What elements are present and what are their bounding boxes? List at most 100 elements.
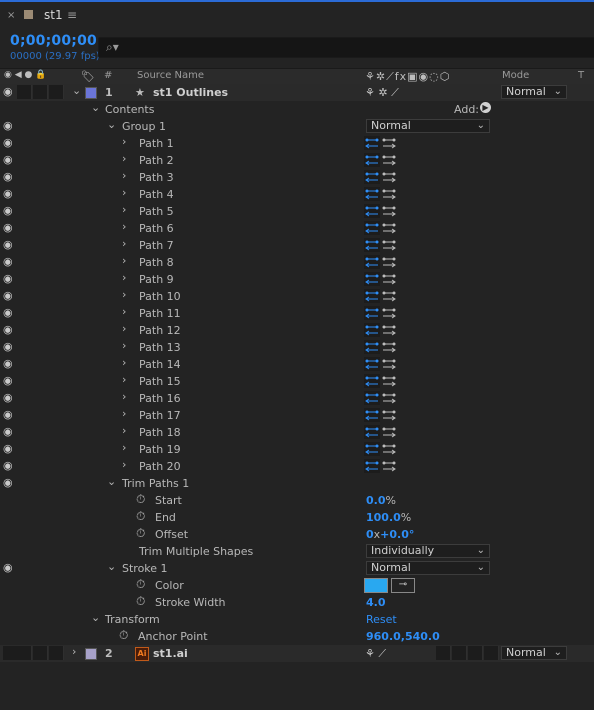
twirl-closed-icon[interactable]: › — [122, 254, 126, 267]
twirl-open-icon[interactable]: ⌄ — [91, 611, 100, 624]
visibility-eye-icon[interactable]: ◉ — [3, 187, 13, 200]
twirl-open-icon[interactable]: ⌄ — [107, 475, 116, 488]
visibility-eye-icon[interactable]: ◉ — [3, 391, 13, 404]
offset-value[interactable]: 0x+0.0° — [366, 528, 414, 541]
visibility-eye-icon[interactable]: ◉ — [3, 85, 13, 98]
path-direction-icon[interactable] — [364, 459, 398, 473]
layer-switches-icons[interactable]: ⚘ ⟋ — [365, 647, 386, 661]
visibility-eye-icon[interactable]: ◉ — [3, 221, 13, 234]
track-matte-header[interactable]: T — [578, 70, 584, 81]
solo-switch[interactable] — [33, 646, 48, 660]
switch-cell[interactable] — [484, 646, 499, 660]
switch-cell[interactable] — [436, 646, 451, 660]
path-direction-icon[interactable] — [364, 289, 398, 303]
switch-cell[interactable] — [452, 646, 467, 660]
add-menu-icon[interactable]: ▶ — [480, 102, 491, 113]
twirl-open-icon[interactable]: ⌄ — [107, 118, 116, 131]
twirl-closed-icon[interactable]: › — [122, 373, 126, 386]
stopwatch-icon[interactable]: ⏱ — [136, 594, 145, 609]
visibility-eye-icon[interactable]: ◉ — [3, 442, 13, 455]
stopwatch-icon[interactable]: ⏱ — [136, 577, 145, 592]
tab-title[interactable]: st1 — [44, 8, 63, 22]
twirl-closed-icon[interactable]: › — [122, 441, 126, 454]
twirl-closed-icon[interactable]: › — [122, 407, 126, 420]
current-time-display[interactable]: 0;00;00;00 — [10, 33, 97, 49]
panel-menu-icon[interactable]: ≡ — [67, 8, 77, 22]
trim-start-row[interactable]: ⏱ Start 0.0% — [0, 492, 594, 509]
trim-paths-row[interactable]: ◉ ⌄ Trim Paths 1 — [0, 475, 594, 492]
visibility-eye-icon[interactable]: ◉ — [3, 459, 13, 472]
twirl-closed-icon[interactable]: › — [122, 203, 126, 216]
path-direction-icon[interactable] — [364, 187, 398, 201]
visibility-eye-icon[interactable]: ◉ — [3, 119, 13, 132]
mode-header[interactable]: Mode — [502, 70, 529, 81]
twirl-closed-icon[interactable]: › — [122, 305, 126, 318]
close-tab-icon[interactable]: × — [7, 10, 15, 21]
search-input[interactable]: ⌕▾ — [98, 37, 594, 58]
contents-row[interactable]: ⌄ Contents Add: ▶ — [0, 101, 594, 118]
path-row[interactable]: ◉ › Path 19 — [0, 441, 594, 458]
layer-row-2[interactable]: › 2 Ai st1.ai ⚘ ⟋ Normal ⌄ — [0, 645, 594, 662]
twirl-open-icon[interactable]: ⌄ — [72, 84, 81, 97]
switches-header-icons[interactable]: ⚘✲⟋fx▣◉◌⬡ — [365, 70, 450, 84]
visibility-eye-icon[interactable]: ◉ — [3, 476, 13, 489]
lock-switch[interactable] — [49, 85, 64, 99]
visibility-eye-icon[interactable]: ◉ — [3, 136, 13, 149]
transform-row[interactable]: ⌄ Transform Reset — [0, 611, 594, 628]
stroke-blend-mode-dropdown[interactable]: Normal ⌄ — [366, 561, 490, 575]
visibility-eye-icon[interactable]: ◉ — [3, 408, 13, 421]
path-direction-icon[interactable] — [364, 255, 398, 269]
visibility-eye-icon[interactable]: ◉ — [3, 340, 13, 353]
twirl-closed-icon[interactable]: › — [122, 458, 126, 471]
twirl-closed-icon[interactable]: › — [122, 322, 126, 335]
path-row[interactable]: ◉ › Path 8 — [0, 254, 594, 271]
stroke-color-swatch[interactable] — [364, 578, 388, 593]
path-row[interactable]: ◉ › Path 9 — [0, 271, 594, 288]
path-direction-icon[interactable] — [364, 306, 398, 320]
path-row[interactable]: ◉ › Path 4 — [0, 186, 594, 203]
anchor-point-value[interactable]: 960.0,540.0 — [366, 630, 440, 643]
path-direction-icon[interactable] — [364, 221, 398, 235]
path-row[interactable]: ◉ › Path 15 — [0, 373, 594, 390]
source-name-header[interactable]: Source Name — [137, 70, 204, 81]
solo-switch[interactable] — [33, 85, 48, 99]
path-direction-icon[interactable] — [364, 357, 398, 371]
visibility-eye-icon[interactable]: ◉ — [3, 357, 13, 370]
path-direction-icon[interactable] — [364, 272, 398, 286]
visibility-eye-icon[interactable]: ◉ — [3, 323, 13, 336]
stroke-width-row[interactable]: ⏱ Stroke Width 4.0 — [0, 594, 594, 611]
label-tag-icon[interactable]: 🏷 — [81, 70, 95, 83]
trim-multiple-row[interactable]: Trim Multiple Shapes Individually ⌄ — [0, 543, 594, 560]
stopwatch-icon[interactable]: ⏱ — [136, 526, 145, 541]
twirl-closed-icon[interactable]: › — [122, 271, 126, 284]
visibility-eye-icon[interactable]: ◉ — [3, 238, 13, 251]
layer-name[interactable]: st1.ai — [153, 647, 188, 660]
path-direction-icon[interactable] — [364, 323, 398, 337]
path-direction-icon[interactable] — [364, 425, 398, 439]
path-row[interactable]: ◉ › Path 11 — [0, 305, 594, 322]
visibility-eye-icon[interactable]: ◉ — [3, 561, 13, 574]
layer-label-color[interactable] — [85, 87, 97, 99]
stroke-color-row[interactable]: ⏱ Color ⊸ — [0, 577, 594, 594]
end-value[interactable]: 100.0% — [366, 511, 411, 524]
path-row[interactable]: ◉ › Path 16 — [0, 390, 594, 407]
trim-multiple-dropdown[interactable]: Individually ⌄ — [366, 544, 490, 558]
twirl-closed-icon[interactable]: › — [122, 288, 126, 301]
eyedropper-icon[interactable]: ⊸ — [391, 578, 415, 593]
path-row[interactable]: ◉ › Path 13 — [0, 339, 594, 356]
layer-switches-icons[interactable]: ⚘ ✲ ⟋ — [365, 86, 399, 100]
path-row[interactable]: ◉ › Path 12 — [0, 322, 594, 339]
twirl-closed-icon[interactable]: › — [122, 424, 126, 437]
path-row[interactable]: ◉ › Path 20 — [0, 458, 594, 475]
path-row[interactable]: ◉ › Path 5 — [0, 203, 594, 220]
stroke-row[interactable]: ◉ ⌄ Stroke 1 Normal ⌄ — [0, 560, 594, 577]
layer-label-color[interactable] — [85, 648, 97, 660]
layer-row-1[interactable]: ◉ ⌄ 1 ★ st1 Outlines ⚘ ✲ ⟋ Normal ⌄ — [0, 84, 594, 101]
path-direction-icon[interactable] — [364, 170, 398, 184]
path-direction-icon[interactable] — [364, 391, 398, 405]
switch-cell[interactable] — [468, 646, 483, 660]
twirl-closed-icon[interactable]: › — [122, 356, 126, 369]
visibility-eye-icon[interactable]: ◉ — [3, 425, 13, 438]
visibility-eye-icon[interactable]: ◉ — [3, 170, 13, 183]
path-row[interactable]: ◉ › Path 7 — [0, 237, 594, 254]
